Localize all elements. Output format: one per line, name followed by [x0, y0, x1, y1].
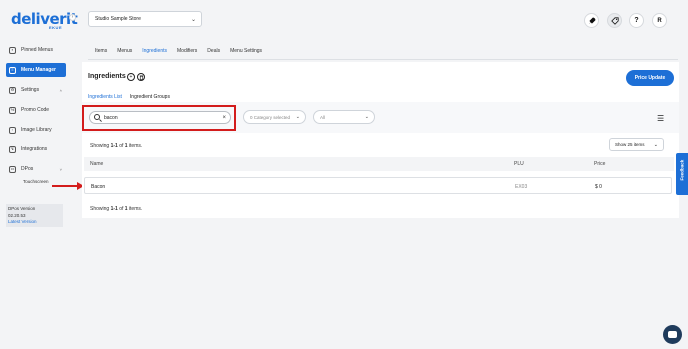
sidebar-item-label: Settings — [21, 87, 40, 93]
avatar[interactable]: R — [652, 13, 667, 28]
clear-icon[interactable]: × — [222, 115, 226, 121]
sidebar-item-promo-code[interactable]: % Promo Code — [6, 103, 66, 117]
pin-icon: ▪ — [9, 46, 16, 54]
tab-ingredients[interactable]: Ingredients — [137, 46, 172, 60]
add-icon[interactable]: + — [127, 73, 135, 81]
version-info: DPos Version 02.20.53 Latest Version — [6, 204, 63, 227]
page-size-dropdown[interactable]: Show 25 items ⌄ — [609, 138, 664, 151]
gear-icon: ⚙ — [9, 86, 16, 94]
brand-logo[interactable]: deliverit — [11, 10, 78, 28]
chevron-down-icon: ⌄ — [653, 141, 658, 148]
tab-deals[interactable]: Deals — [202, 46, 225, 60]
search-input[interactable]: bacon × — [89, 111, 231, 124]
cell-price: $ 0 — [595, 184, 602, 190]
sidebar-item-integrations[interactable]: ↯ Integrations — [6, 142, 66, 156]
tag-icon[interactable] — [607, 13, 622, 28]
sidebar-item-label: DPos — [21, 166, 34, 172]
search-input-value: bacon — [104, 114, 118, 121]
showing-of: of — [117, 143, 125, 149]
feedback-label: Feedback — [679, 159, 685, 181]
tab-menus[interactable]: Menus — [112, 46, 137, 60]
help-icon[interactable]: ? — [629, 13, 644, 28]
brand-logo-sub: EKUE — [49, 25, 63, 30]
tab-modifiers[interactable]: Modifiers — [172, 46, 202, 60]
chevron-down-icon: ⌄ — [295, 114, 300, 120]
column-header-plu[interactable]: PLU — [514, 161, 524, 167]
sidebar-collapse-button[interactable]: › — [69, 14, 76, 21]
showing-suffix: items. — [127, 206, 143, 212]
chevron-down-icon: ⌄ — [190, 16, 196, 23]
sidebar-item-label: Image Library — [21, 127, 52, 133]
showing-prefix: Showing — [90, 143, 111, 149]
sidebar-item-settings[interactable]: ⚙ Settings ˄ — [6, 83, 66, 97]
sidebar-item-pinned-menus[interactable]: ▪ Pinned Menus — [6, 43, 66, 57]
showing-range: 1-1 — [110, 143, 118, 149]
search-icon — [94, 114, 100, 120]
sidebar-item-label: Promo Code — [21, 107, 50, 113]
chevron-down-icon: ⌄ — [364, 114, 369, 120]
category-filter-dropdown[interactable]: 0 Category selected ⌄ — [243, 110, 306, 124]
page-size-value: Show 25 items — [615, 142, 645, 147]
plug-icon: ↯ — [9, 145, 16, 153]
chevron-up-icon: ˄ — [59, 87, 62, 93]
sidebar-item-label: Integrations — [21, 146, 48, 152]
chat-icon[interactable] — [663, 325, 682, 344]
store-select[interactable]: Studio Sample Store ⌄ — [88, 11, 202, 27]
table-header: Name PLU Price — [84, 157, 674, 171]
filter-bar: bacon × 0 Category selected ⌄ All ⌄ ☰ — [82, 102, 679, 133]
price-update-button[interactable]: Price Update — [626, 70, 674, 86]
status-filter-value: All — [320, 114, 326, 120]
sidebar-item-image-library[interactable]: ▫ Image Library — [6, 123, 66, 137]
category-filter-value: 0 Category selected — [250, 114, 291, 120]
sidebar-item-dpos[interactable]: ▭ DPos ˅ — [6, 162, 66, 176]
showing-count-top: Showing 1-1 of 1 items. — [90, 143, 142, 149]
dpos-icon: ▭ — [9, 165, 16, 173]
menu-tabs: Items Menus Ingredients Modifiers Deals … — [90, 46, 267, 60]
menu-icon: ≡ — [9, 66, 16, 74]
sidebar-subitem-touchscreen[interactable]: Touchscreen — [23, 179, 49, 184]
delete-icon[interactable] — [137, 73, 145, 81]
tab-menu-settings[interactable]: Menu Settings — [225, 46, 267, 60]
promo-icon: % — [9, 106, 16, 114]
sidebar-item-menu-manager[interactable]: ≡ Menu Manager — [6, 63, 66, 77]
ingredients-card: Ingredients + Price Update Ingredients L… — [82, 62, 679, 218]
status-filter-dropdown[interactable]: All ⌄ — [313, 110, 375, 124]
tab-items[interactable]: Items — [90, 46, 112, 60]
chevron-down-icon: ˅ — [59, 166, 62, 172]
column-header-name[interactable]: Name — [90, 161, 103, 167]
sidebar-item-label: Menu Manager — [21, 67, 57, 73]
cell-plu: EX03 — [515, 184, 528, 190]
feedback-tab[interactable]: Feedback — [676, 153, 688, 195]
showing-suffix: items. — [127, 143, 143, 149]
store-select-value: Studio Sample Store — [95, 16, 141, 22]
tabs-divider — [88, 59, 678, 60]
showing-prefix: Showing — [90, 206, 111, 212]
table-row[interactable]: Bacon EX03 $ 0 — [84, 177, 672, 194]
showing-count-bottom: Showing 1-1 of 1 items. — [90, 206, 142, 212]
rocket-icon[interactable] — [584, 13, 599, 28]
filter-icon[interactable]: ☰ — [657, 114, 664, 123]
showing-range: 1-1 — [110, 206, 118, 212]
latest-version-link[interactable]: Latest Version — [8, 219, 61, 226]
image-icon: ▫ — [9, 126, 16, 134]
column-header-price[interactable]: Price — [594, 161, 605, 167]
annotation-arrow — [52, 185, 78, 187]
page-title: Ingredients — [88, 73, 126, 80]
sidebar: deliverit EKUE ▪ Pinned Menus ≡ Menu Man… — [0, 0, 78, 349]
cell-name: Bacon — [91, 184, 106, 190]
showing-of: of — [117, 206, 125, 212]
sidebar-item-label: Pinned Menus — [21, 47, 53, 53]
